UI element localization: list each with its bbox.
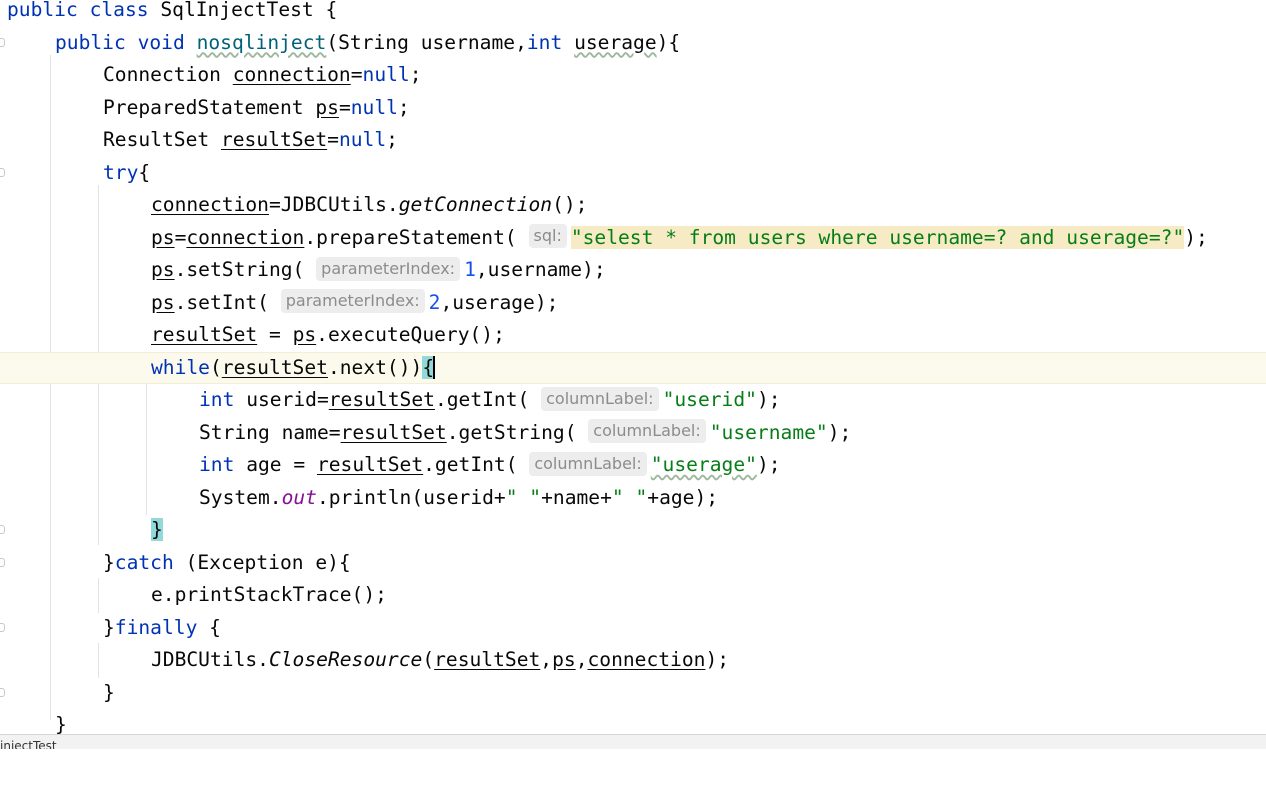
code-line[interactable]: ps=connection.prepareStatement( sql: "sel… <box>0 222 1266 255</box>
code-line[interactable]: int age = resultSet.getInt( columnLabel:… <box>0 449 1266 482</box>
code-line[interactable]: connection=JDBCUtils.getConnection(); <box>0 189 1266 222</box>
text-caret <box>433 355 436 379</box>
string-literal: "username" <box>709 420 828 444</box>
code-line[interactable]: resultSet = ps.executeQuery(); <box>0 319 1266 352</box>
code-line[interactable]: ps.setString( parameterIndex: 1,username)… <box>0 254 1266 287</box>
bottom-tab-bar[interactable]: injectTest <box>0 734 1266 749</box>
code-line[interactable]: String name=resultSet.getString( columnL… <box>0 417 1266 450</box>
code-line[interactable]: e.printStackTrace(); <box>0 579 1266 612</box>
code-line[interactable]: }finally { <box>0 612 1266 645</box>
code-line[interactable]: PreparedStatement ps=null; <box>0 92 1266 125</box>
number-literal: 2 <box>428 290 441 314</box>
parameter-hint: columnLabel: <box>529 451 647 476</box>
code-line[interactable]: } <box>0 677 1266 710</box>
parameter-hint: columnLabel: <box>588 419 706 443</box>
string-literal: " " <box>611 485 648 509</box>
parameter-hint: parameterIndex: <box>280 289 425 313</box>
matched-brace: } <box>151 518 163 541</box>
bottom-tab-label[interactable]: injectTest <box>0 739 57 749</box>
code-line[interactable]: System.out.println(userid+" "+name+" "+a… <box>0 482 1266 515</box>
code-line[interactable]: public class SqlInjectTest { <box>0 0 1266 27</box>
code-line[interactable]: }catch (Exception e){ <box>0 547 1266 580</box>
code-line[interactable]: JDBCUtils.CloseResource(resultSet,ps,con… <box>0 644 1266 677</box>
current-code-line[interactable]: while(resultSet.next()){ <box>0 351 1266 384</box>
code-line[interactable]: Connection connection=null; <box>0 59 1266 92</box>
code-line[interactable]: int userid=resultSet.getInt( columnLabel… <box>0 384 1266 417</box>
class-name: SqlInjectTest <box>160 0 314 21</box>
parameter-hint: parameterIndex: <box>316 256 461 281</box>
parameter-hint: columnLabel: <box>541 386 659 411</box>
code-line[interactable]: ps.setInt( parameterIndex: 2,userage); <box>0 287 1266 320</box>
string-literal: "userage" <box>650 453 757 476</box>
string-literal: "userid" <box>662 388 757 411</box>
code-line[interactable]: ResultSet resultSet=null; <box>0 124 1266 157</box>
sql-string: "selest * from users where username=? an… <box>570 225 1185 249</box>
code-line[interactable]: public void nosqlinject(String username,… <box>0 27 1266 60</box>
method-name: nosqlinject <box>196 30 327 54</box>
code-line[interactable]: try{ <box>0 157 1266 190</box>
parameter-hint: sql: <box>528 224 567 248</box>
code-line[interactable]: } <box>0 514 1266 547</box>
string-literal: " " <box>505 485 542 509</box>
number-literal: 1 <box>464 258 476 281</box>
code-editor[interactable]: public class SqlInjectTest { public void… <box>0 0 1266 736</box>
